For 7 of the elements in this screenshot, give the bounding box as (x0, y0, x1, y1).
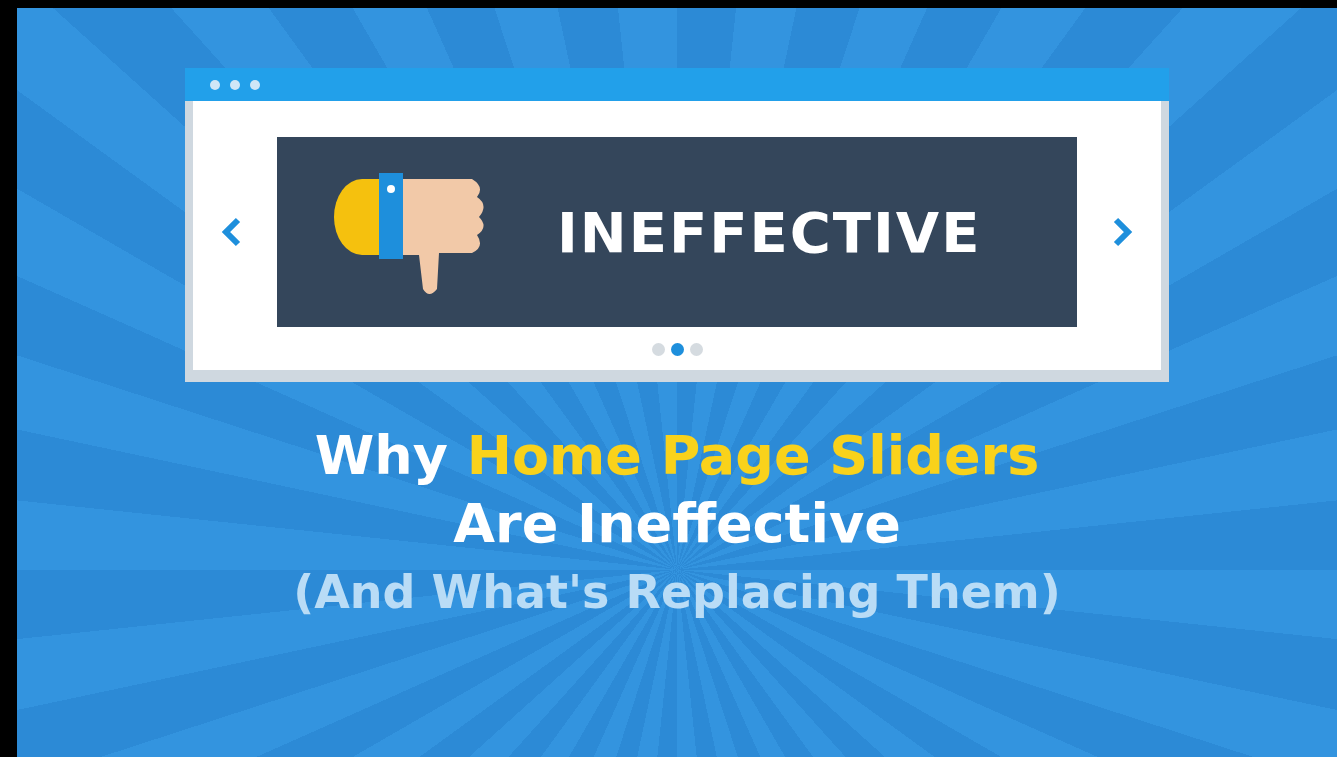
slider-dot[interactable] (651, 343, 665, 356)
slide-heading: INEFFECTIVE (557, 199, 982, 265)
slider-dot[interactable] (689, 343, 703, 356)
slider-dot[interactable] (670, 343, 684, 356)
subtitle: (And What's Replacing Them) (293, 564, 1061, 621)
title-line: Are Ineffective (453, 491, 901, 557)
title-line: Why Home Page Sliders (314, 423, 1040, 489)
